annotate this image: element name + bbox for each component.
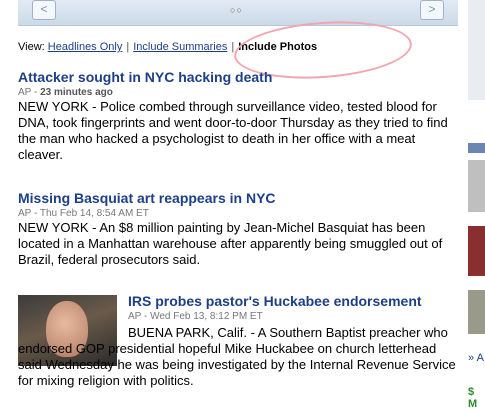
carousel-page-indicator[interactable]: ○○: [230, 5, 243, 15]
story-headline-link[interactable]: Missing Basquiat art reappears in NYC: [18, 190, 458, 207]
rail-thumbnail[interactable]: [468, 160, 485, 212]
story-headline-link[interactable]: Attacker sought in NYC hacking death: [18, 69, 458, 86]
view-headlines-only-link[interactable]: Headlines Only: [48, 41, 123, 53]
story-time: Thu Feb 14, 8:54 AM ET: [39, 208, 149, 219]
rail-link[interactable]: » A: [468, 352, 484, 364]
mail-icon[interactable]: [468, 143, 485, 153]
carousel-next-button[interactable]: >: [420, 0, 444, 20]
view-include-summaries-link[interactable]: Include Summaries: [133, 41, 227, 53]
view-label: View:: [18, 41, 45, 53]
story-summary: BUENA PARK, Calif. - A Southern Baptist …: [18, 325, 456, 388]
story-source: AP: [18, 208, 32, 219]
story-source: AP: [18, 87, 32, 98]
story-meta: AP - Thu Feb 14, 8:54 AM ET: [18, 208, 149, 219]
rail-panel: [468, 0, 485, 100]
story-summary: NEW YORK - Police combed through surveil…: [18, 99, 448, 162]
story-source: AP: [128, 311, 142, 322]
rail-thumbnail[interactable]: [468, 290, 485, 334]
right-rail: » A $ M: [466, 0, 485, 411]
carousel-prev-button[interactable]: <: [32, 0, 56, 20]
story-meta: AP - Wed Feb 13, 8:12 PM ET: [128, 311, 263, 322]
story-time: 23 minutes ago: [40, 87, 113, 98]
separator: |: [126, 41, 130, 53]
story-headline-link[interactable]: IRS probes pastor's Huckabee endorsement: [128, 293, 458, 310]
news-story: Attacker sought in NYC hacking death AP …: [18, 69, 458, 163]
news-story: Missing Basquiat art reappears in NYC AP…: [18, 190, 458, 268]
news-story: IRS probes pastor's Huckabee endorsement…: [128, 293, 458, 323]
rail-thumbnail[interactable]: [468, 226, 485, 276]
photo-carousel: < ○○ >: [18, 0, 458, 26]
story-time: Wed Feb 13, 8:12 PM ET: [150, 311, 263, 322]
rail-money-link[interactable]: $ M: [468, 386, 485, 410]
story-meta: AP - 23 minutes ago: [18, 87, 113, 98]
story-summary: NEW YORK - An $8 million painting by Jea…: [18, 220, 443, 267]
